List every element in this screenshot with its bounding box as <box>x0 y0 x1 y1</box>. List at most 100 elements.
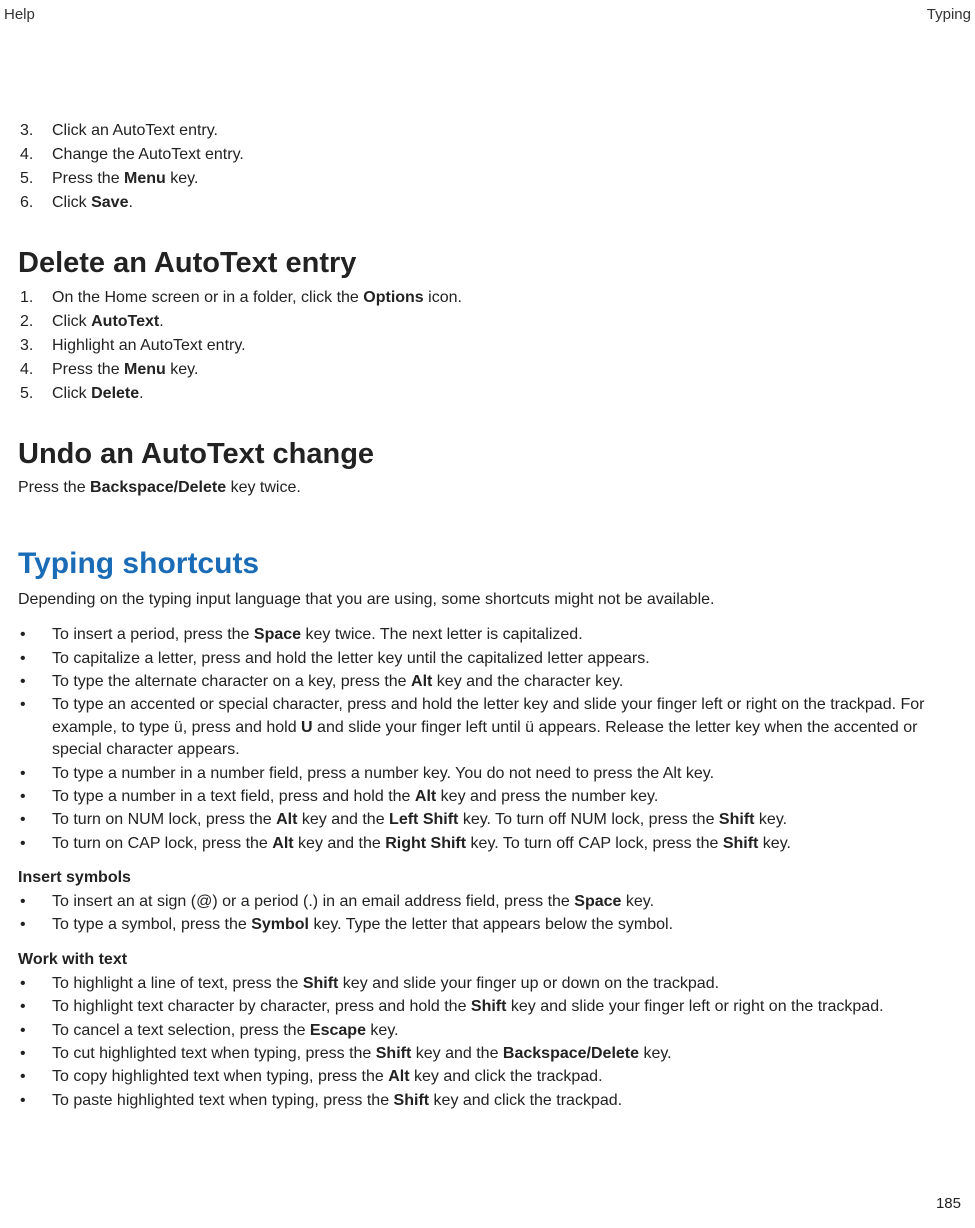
bullet-text: To cancel a text selection, press the Es… <box>52 1020 957 1042</box>
bullet-text: To type an accented or special character… <box>52 694 957 761</box>
bold-text: Space <box>574 893 621 910</box>
step-number: 5. <box>18 167 52 191</box>
bullet-text: To turn on NUM lock, press the Alt key a… <box>52 809 957 831</box>
bullet-text: To insert an at sign (@) or a period (.)… <box>52 891 957 913</box>
bold-text: Alt <box>272 835 293 852</box>
bold-text: Symbol <box>251 916 309 933</box>
step-text: Change the AutoText entry. <box>52 143 957 167</box>
bold-text: Menu <box>124 170 166 187</box>
step-number: 5. <box>18 382 52 406</box>
list-item: 5.Press the Menu key. <box>18 167 957 191</box>
list-item: 6.Click Save. <box>18 191 957 215</box>
bullet-dot: • <box>18 996 52 1018</box>
list-item: 4.Change the AutoText entry. <box>18 143 957 167</box>
bullet-dot: • <box>18 671 52 693</box>
list-item: 5.Click Delete. <box>18 382 957 406</box>
bold-text: Shift <box>303 975 339 992</box>
list-item: 2.Click AutoText. <box>18 310 957 334</box>
step-number: 1. <box>18 286 52 310</box>
step-text: Press the Menu key. <box>52 167 957 191</box>
bullet-dot: • <box>18 833 52 855</box>
step-number: 2. <box>18 310 52 334</box>
bullet-text: To turn on CAP lock, press the Alt key a… <box>52 833 957 855</box>
bullet-dot: • <box>18 891 52 913</box>
header-right: Typing <box>927 6 971 23</box>
insert-symbols-head: Insert symbols <box>18 869 957 887</box>
insert-symbols-bullets: •To insert an at sign (@) or a period (.… <box>18 891 957 937</box>
bullet-text: To type a symbol, press the Symbol key. … <box>52 914 957 936</box>
step-text: Click Save. <box>52 191 957 215</box>
bold-text: Delete <box>91 385 139 402</box>
bold-text: Shift <box>394 1092 430 1109</box>
list-item: 4.Press the Menu key. <box>18 358 957 382</box>
bullet-dot: • <box>18 763 52 785</box>
step-number: 3. <box>18 334 52 358</box>
list-item: •To highlight text character by characte… <box>18 996 957 1018</box>
list-item: •To cut highlighted text when typing, pr… <box>18 1043 957 1065</box>
bold-text: AutoText <box>91 313 159 330</box>
bullet-text: To type a number in a number field, pres… <box>52 763 957 785</box>
work-with-text-head: Work with text <box>18 951 957 969</box>
delete-steps-list: 1.On the Home screen or in a folder, cli… <box>18 286 957 406</box>
list-item: •To turn on NUM lock, press the Alt key … <box>18 809 957 831</box>
bullet-text: To insert a period, press the Space key … <box>52 624 957 646</box>
list-item: •To type a number in a text field, press… <box>18 786 957 808</box>
step-number: 4. <box>18 358 52 382</box>
bold-text: Shift <box>471 998 507 1015</box>
bold-text: Save <box>91 194 128 211</box>
bullet-dot: • <box>18 648 52 670</box>
bullet-text: To capitalize a letter, press and hold t… <box>52 648 957 670</box>
bullet-text: To highlight text character by character… <box>52 996 957 1018</box>
bold-text: Alt <box>276 811 297 828</box>
step-number: 4. <box>18 143 52 167</box>
list-item: •To type a symbol, press the Symbol key.… <box>18 914 957 936</box>
undo-section-title: Undo an AutoText change <box>18 438 957 471</box>
bullet-dot: • <box>18 1090 52 1112</box>
list-item: •To insert an at sign (@) or a period (.… <box>18 891 957 913</box>
list-item: •To type an accented or special characte… <box>18 694 957 761</box>
bold-text: Shift <box>376 1045 412 1062</box>
list-item: •To insert a period, press the Space key… <box>18 624 957 646</box>
bullet-dot: • <box>18 1020 52 1042</box>
list-item: 3.Click an AutoText entry. <box>18 119 957 143</box>
step-text: Press the Menu key. <box>52 358 957 382</box>
bullet-text: To highlight a line of text, press the S… <box>52 973 957 995</box>
header-left: Help <box>4 6 35 23</box>
bold-text: Backspace/Delete <box>90 479 226 496</box>
bullet-dot: • <box>18 914 52 936</box>
list-item: •To paste highlighted text when typing, … <box>18 1090 957 1112</box>
list-item: 1.On the Home screen or in a folder, cli… <box>18 286 957 310</box>
bullet-dot: • <box>18 786 52 808</box>
shortcuts-intro: Depending on the typing input language t… <box>18 589 957 611</box>
bold-text: Shift <box>723 835 759 852</box>
bullet-text: To cut highlighted text when typing, pre… <box>52 1043 957 1065</box>
list-item: •To capitalize a letter, press and hold … <box>18 648 957 670</box>
list-item: •To turn on CAP lock, press the Alt key … <box>18 833 957 855</box>
step-text: Click Delete. <box>52 382 957 406</box>
bullet-text: To copy highlighted text when typing, pr… <box>52 1066 957 1088</box>
step-number: 3. <box>18 119 52 143</box>
bold-text: Alt <box>415 788 436 805</box>
bullet-dot: • <box>18 809 52 831</box>
shortcuts-bullets: •To insert a period, press the Space key… <box>18 624 957 855</box>
list-item: •To cancel a text selection, press the E… <box>18 1020 957 1042</box>
page-header: Help Typing <box>0 0 975 23</box>
page-number: 185 <box>936 1195 961 1212</box>
bold-text: Right Shift <box>385 835 466 852</box>
list-item: •To type the alternate character on a ke… <box>18 671 957 693</box>
bold-text: Space <box>254 626 301 643</box>
step-text: Click AutoText. <box>52 310 957 334</box>
bullet-dot: • <box>18 624 52 646</box>
bullet-text: To type the alternate character on a key… <box>52 671 957 693</box>
step-text: On the Home screen or in a folder, click… <box>52 286 957 310</box>
bold-text: Alt <box>411 673 432 690</box>
bold-text: Alt <box>388 1068 409 1085</box>
bold-text: Shift <box>719 811 755 828</box>
work-with-text-bullets: •To highlight a line of text, press the … <box>18 973 957 1112</box>
bullet-text: To paste highlighted text when typing, p… <box>52 1090 957 1112</box>
step-text: Click an AutoText entry. <box>52 119 957 143</box>
bold-text: U <box>301 719 313 736</box>
list-item: •To type a number in a number field, pre… <box>18 763 957 785</box>
list-item: 3.Highlight an AutoText entry. <box>18 334 957 358</box>
bold-text: Backspace/Delete <box>503 1045 639 1062</box>
